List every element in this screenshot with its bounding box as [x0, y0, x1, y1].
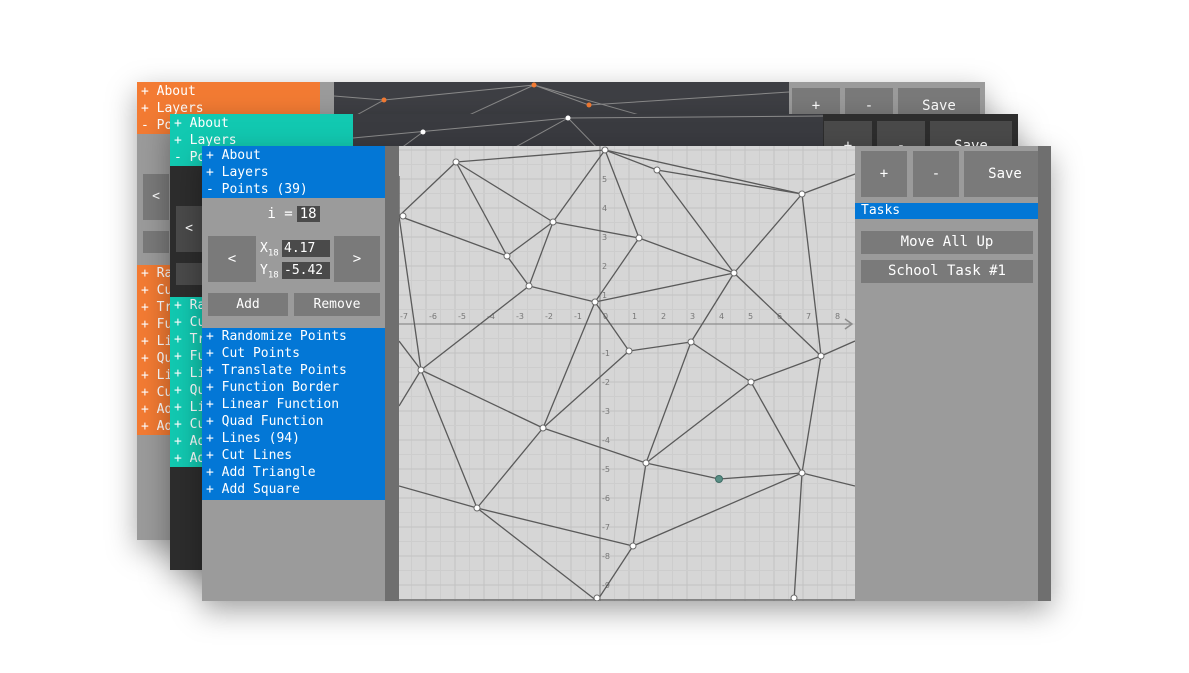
selected-point-marker[interactable]: [715, 475, 723, 483]
point-index-input[interactable]: 18: [296, 206, 320, 222]
x-tick-label: -6: [429, 312, 437, 321]
graph-canvas[interactable]: -7 -6 -5 -4 -3 -2 -1 0 1 2 3 4 5 6 7 8 5 4 3 2 1 -1 -2 -3 -4 -5-…: [399, 146, 855, 601]
save-button[interactable]: Save: [964, 151, 1046, 197]
tasks-header: Tasks: [855, 203, 1051, 219]
y-label: Y: [260, 263, 268, 278]
menu-points[interactable]: - Points (39): [202, 181, 385, 198]
menu-quad-function[interactable]: + Quad Function: [202, 413, 385, 430]
y-tick-label: 2: [602, 262, 607, 271]
y-tick-label: -3: [602, 407, 610, 416]
menu-lines[interactable]: + Lines (94): [202, 430, 385, 447]
menu-linear-function[interactable]: + Linear Function: [202, 396, 385, 413]
orange-add-button[interactable]: [143, 231, 169, 253]
x-tick-label: -1: [574, 312, 582, 321]
x-coord-input[interactable]: 4.17: [282, 240, 330, 257]
x-tick-label: -2: [545, 312, 553, 321]
menu-add-triangle[interactable]: + Add Triangle: [202, 464, 385, 481]
next-point-button[interactable]: >: [334, 236, 380, 282]
menu-layers[interactable]: + Layers: [202, 164, 385, 181]
remove-point-button[interactable]: Remove: [294, 293, 380, 316]
x-label: X: [260, 241, 268, 256]
x-tick-label: 3: [690, 312, 695, 321]
y-tick-label: -2: [602, 378, 610, 387]
menu-about[interactable]: + About: [202, 147, 385, 164]
orange-prev-button[interactable]: <: [143, 174, 169, 220]
main-window: + About + Layers - Points (39) i = 18 < >…: [202, 146, 1051, 601]
menu-randomize-points[interactable]: + Randomize Points: [202, 328, 385, 345]
y-coord-label: Y18: [260, 263, 279, 281]
x-tick-label: 8: [835, 312, 840, 321]
x-coord-label: X18: [260, 241, 279, 259]
y-tick-label: 5: [602, 175, 607, 184]
y-tick-label: -6: [602, 494, 610, 503]
graph-svg[interactable]: -7 -6 -5 -4 -3 -2 -1 0 1 2 3 4 5 6 7 8 54321-1-2-3-4-5-…: [399, 146, 855, 601]
menu-cut-points[interactable]: + Cut Points: [202, 345, 385, 362]
y-tick-label: 1: [602, 291, 607, 300]
x-tick-label: 5: [748, 312, 753, 321]
previous-point-button[interactable]: <: [208, 236, 256, 282]
orange-menu-about[interactable]: + About: [137, 83, 320, 100]
x-tick-label: 2: [661, 312, 666, 321]
teal-menu-about[interactable]: + About: [170, 115, 353, 132]
task-move-all-up-button[interactable]: Move All Up: [861, 231, 1033, 254]
x-tick-label: 1: [632, 312, 637, 321]
y-tick-label: 3: [602, 233, 607, 242]
y-subscript: 18: [267, 270, 279, 281]
y-tick-label: -5: [602, 465, 610, 474]
top-menu: + About + Layers - Points (39): [202, 146, 385, 198]
y-tick-label: -4: [602, 436, 610, 445]
menu-translate-points[interactable]: + Translate Points: [202, 362, 385, 379]
x-tick-label: 7: [806, 312, 811, 321]
tools-menu: + Randomize Points + Cut Points + Transl…: [202, 328, 385, 500]
right-scrollbar[interactable]: [1038, 146, 1051, 601]
point-index-label: i =: [267, 206, 293, 222]
menu-add-square[interactable]: + Add Square: [202, 481, 385, 498]
y-coord-input[interactable]: -5.42: [282, 262, 330, 279]
zoom-in-button[interactable]: +: [861, 151, 907, 197]
menu-function-border[interactable]: + Function Border: [202, 379, 385, 396]
y-tick-label: -1: [602, 349, 610, 358]
add-point-button[interactable]: Add: [208, 293, 288, 316]
x-tick-label: -7: [400, 312, 408, 321]
point-index-row: i = 18: [202, 206, 385, 222]
x-tick-label: -5: [458, 312, 466, 321]
y-tick-label: 4: [602, 204, 607, 213]
x-subscript: 18: [267, 248, 279, 259]
task-school-task-1-button[interactable]: School Task #1: [861, 260, 1033, 283]
teal-prev-button[interactable]: <: [176, 206, 202, 252]
teal-add-button[interactable]: [176, 263, 202, 285]
panel-divider[interactable]: [385, 146, 399, 601]
x-tick-label: 4: [719, 312, 724, 321]
zoom-out-button[interactable]: -: [913, 151, 959, 197]
menu-cut-lines[interactable]: + Cut Lines: [202, 447, 385, 464]
y-tick-label: -8: [602, 552, 610, 561]
y-tick-label: -7: [602, 523, 610, 532]
x-tick-label: -3: [516, 312, 524, 321]
